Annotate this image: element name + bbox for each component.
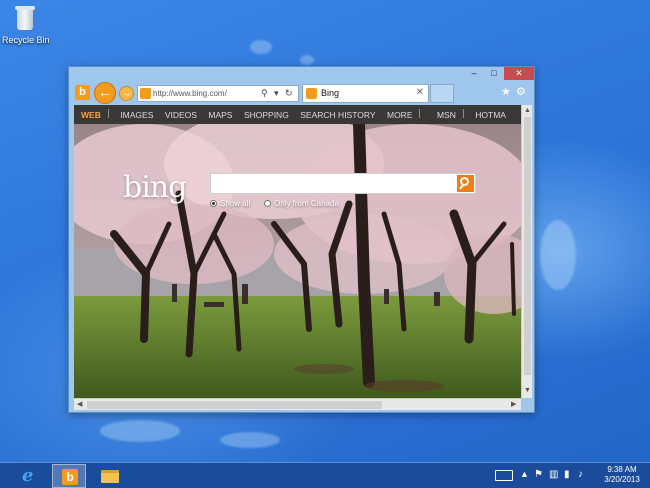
refresh-icon[interactable]: ↻ xyxy=(285,87,293,100)
scroll-right-icon[interactable]: ▶ xyxy=(511,400,516,408)
window-titlebar[interactable]: – □ ✕ xyxy=(69,67,534,81)
bing-logo: bing xyxy=(123,170,187,205)
scroll-up-icon[interactable]: ▲ xyxy=(524,107,531,114)
radio-show-all-label: Show all xyxy=(220,199,251,208)
show-hidden-icons-icon[interactable]: ▲ xyxy=(520,469,529,479)
tab-favicon-icon xyxy=(306,88,317,99)
action-center-flag-icon[interactable]: ⚑ xyxy=(534,469,543,480)
nav-msn[interactable]: MSN xyxy=(425,106,456,124)
radio-show-all[interactable]: Show all xyxy=(210,199,250,208)
search-icon[interactable]: ⚲ xyxy=(261,87,268,100)
back-button[interactable]: ← xyxy=(94,82,116,104)
horizontal-scrollbar[interactable]: ◀ ▶ xyxy=(74,398,521,410)
nav-search-history[interactable]: SEARCH HISTORY xyxy=(293,106,375,124)
browser-window: – □ ✕ b ← → ⚲ ▾ ↻ Bing ✕ ★ ⚙ WEB IMAGES … xyxy=(68,66,535,413)
network-icon[interactable]: ▥ xyxy=(549,469,558,480)
vertical-scrollbar[interactable]: ▲ ▼ xyxy=(521,105,532,398)
clock-date: 3/20/2013 xyxy=(604,475,640,484)
taskbar-file-explorer[interactable] xyxy=(92,464,126,488)
taskbar-internet-explorer[interactable]: e xyxy=(14,464,48,488)
address-input[interactable] xyxy=(153,87,245,100)
favorites-star-icon[interactable]: ★ xyxy=(501,85,511,98)
bing-search-button[interactable] xyxy=(457,175,474,192)
radio-only-canada[interactable]: Only from Canada xyxy=(264,199,339,208)
minimize-button[interactable]: – xyxy=(464,67,484,80)
radio-selected-icon xyxy=(210,200,217,208)
horizontal-scroll-thumb[interactable] xyxy=(87,401,382,409)
nav-videos[interactable]: VIDEOS xyxy=(158,106,197,124)
bing-app-icon: b xyxy=(62,469,78,485)
folder-icon xyxy=(101,470,119,483)
radio-unselected-icon xyxy=(264,200,271,208)
scroll-down-icon[interactable]: ▼ xyxy=(524,387,531,394)
page-content: WEB IMAGES VIDEOS MAPS SHOPPING SEARCH H… xyxy=(74,105,521,398)
browser-navbar: b ← → ⚲ ▾ ↻ Bing ✕ ★ ⚙ xyxy=(69,81,534,105)
nav-more[interactable]: MORE xyxy=(380,106,413,124)
nav-hotmail[interactable]: HOTMA xyxy=(468,106,506,124)
address-bar[interactable]: ⚲ ▾ ↻ xyxy=(137,85,299,102)
forward-button[interactable]: → xyxy=(119,86,134,101)
bing-background-image: bing Show all Only from Canada xyxy=(74,124,521,398)
nav-shopping[interactable]: SHOPPING xyxy=(237,106,289,124)
bing-search-input[interactable] xyxy=(211,174,457,193)
bing-search-box[interactable] xyxy=(210,173,476,194)
close-button[interactable]: ✕ xyxy=(504,67,534,80)
internet-explorer-icon: e xyxy=(22,465,34,486)
taskbar: e b ▲ ⚑ ▥ ▮ ♪ 9:38 AM 3/20/2013 xyxy=(0,462,650,488)
vertical-scroll-thumb[interactable] xyxy=(524,117,531,375)
taskbar-bing-app[interactable]: b xyxy=(52,464,86,488)
recycle-bin-icon xyxy=(14,4,36,32)
nav-images[interactable]: IMAGES xyxy=(113,106,153,124)
site-favicon-icon xyxy=(140,88,151,99)
recycle-bin-label: Recycle Bin xyxy=(2,35,50,45)
scroll-left-icon[interactable]: ◀ xyxy=(77,400,82,408)
battery-icon[interactable]: ▮ xyxy=(564,469,570,480)
tab-bing[interactable]: Bing ✕ xyxy=(302,84,429,103)
volume-icon[interactable]: ♪ xyxy=(578,469,583,480)
bing-favicon-icon: b xyxy=(75,85,90,100)
new-tab-button[interactable] xyxy=(430,84,454,103)
recycle-bin-shortcut[interactable]: Recycle Bin xyxy=(2,4,50,45)
tools-gear-icon[interactable]: ⚙ xyxy=(516,85,526,98)
tab-title: Bing xyxy=(321,88,340,98)
radio-only-canada-label: Only from Canada xyxy=(274,199,339,208)
clock-time: 9:38 AM xyxy=(607,465,637,474)
maximize-button[interactable]: □ xyxy=(484,67,504,80)
nav-maps[interactable]: MAPS xyxy=(201,106,232,124)
tab-close-icon[interactable]: ✕ xyxy=(416,87,424,98)
bing-nav-bar: WEB IMAGES VIDEOS MAPS SHOPPING SEARCH H… xyxy=(74,105,521,124)
address-dropdown-icon[interactable]: ▾ xyxy=(274,87,279,100)
touch-keyboard-icon[interactable] xyxy=(495,470,513,481)
taskbar-clock[interactable]: 9:38 AM 3/20/2013 xyxy=(597,465,647,485)
nav-web[interactable]: WEB xyxy=(74,106,101,124)
